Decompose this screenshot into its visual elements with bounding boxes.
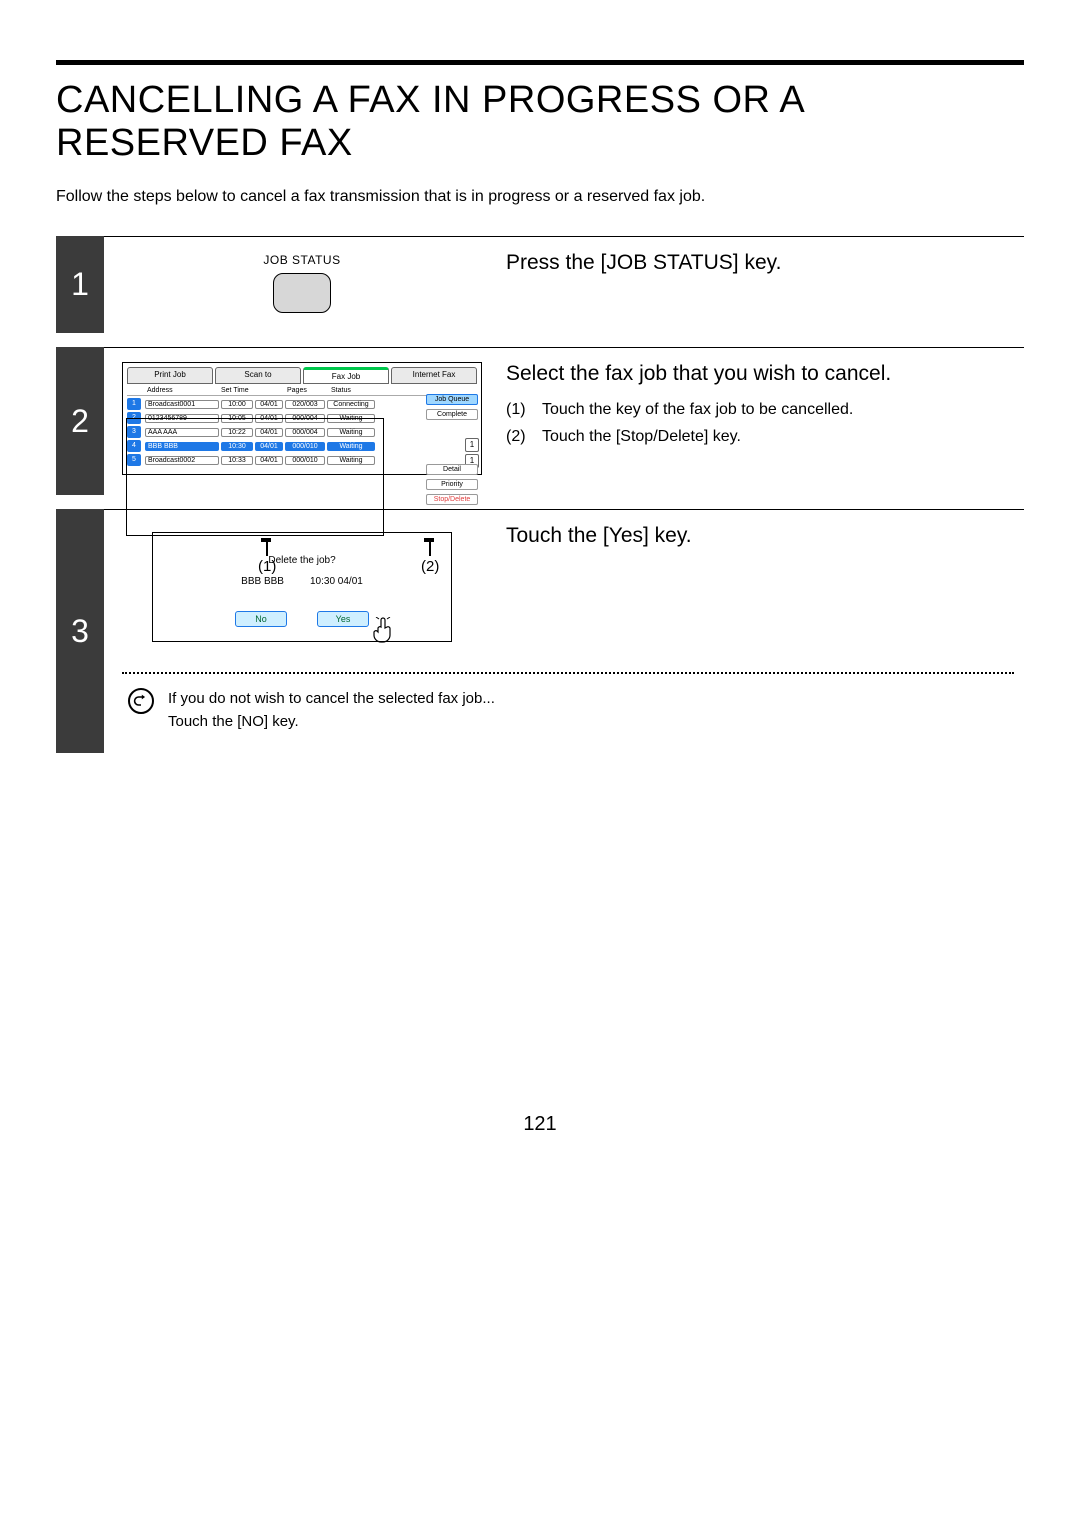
note-line-1: If you do not wish to cancel the selecte… [168, 688, 495, 711]
substep-text: Touch the key of the fax job to be cance… [542, 396, 853, 423]
note-line-2: Touch the [NO] key. [168, 711, 495, 734]
substep-text: Touch the [Stop/Delete] key. [542, 423, 741, 450]
col-address: Address [147, 387, 221, 394]
step-heading: Select the fax job that you wish to canc… [506, 362, 1014, 386]
dialog-job-name: BBB BBB [241, 576, 284, 587]
table-row[interactable]: 1 Broadcast000110:0004/01020/003Connectin… [127, 398, 477, 410]
confirm-dialog: Delete the job? BBB BBB 10:30 04/01 No Y… [152, 532, 452, 642]
step-1: 1 JOB STATUS Press the [JOB STATUS] key. [56, 236, 1024, 333]
col-status: Status [331, 387, 381, 394]
row-index: 1 [127, 398, 141, 410]
row-date: 04/01 [255, 414, 283, 423]
table-row[interactable]: 3 AAA AAA10:2204/01000/004Waiting [127, 426, 477, 438]
undo-icon [128, 688, 154, 714]
row-status: Waiting [327, 456, 375, 465]
priority-button[interactable]: Priority [426, 479, 478, 490]
job-status-key-icon [273, 273, 331, 313]
job-queue-button[interactable]: Job Queue [426, 394, 478, 405]
row-pages: 000/010 [285, 456, 325, 465]
step-number: 3 [56, 509, 104, 753]
row-pages: 020/003 [285, 400, 325, 409]
row-date: 04/01 [255, 400, 283, 409]
row-index: 5 [127, 454, 141, 466]
row-time: 10:05 [221, 414, 253, 423]
row-address: Broadcast0002 [145, 456, 219, 465]
step-2: 2 Print Job Scan to Fax Job Internet Fax… [56, 347, 1024, 495]
row-status: Waiting [327, 428, 375, 437]
step-heading: Press the [JOB STATUS] key. [506, 251, 1014, 275]
dotted-separator [122, 672, 1014, 674]
row-status: Waiting [327, 414, 375, 423]
row-time: 10:00 [221, 400, 253, 409]
row-address: 0123456789 [145, 414, 219, 423]
row-status: Connecting [327, 400, 375, 409]
row-index: 4 [127, 440, 141, 452]
no-button[interactable]: No [235, 611, 287, 627]
row-pages: 000/010 [285, 442, 325, 451]
job-status-screen: Print Job Scan to Fax Job Internet Fax A… [122, 362, 482, 475]
substep-number: (1) [506, 396, 532, 423]
step-number: 1 [56, 236, 104, 333]
row-time: 10:33 [221, 456, 253, 465]
dialog-question: Delete the job? [167, 555, 437, 566]
row-time: 10:22 [221, 428, 253, 437]
table-row[interactable]: 4 BBB BBB10:3004/01000/010Waiting [127, 440, 477, 452]
tab-scan-to[interactable]: Scan to [215, 367, 301, 384]
row-pages: 000/004 [285, 428, 325, 437]
complete-button[interactable]: Complete [426, 409, 478, 420]
step-number: 2 [56, 347, 104, 495]
tab-print-job[interactable]: Print Job [127, 367, 213, 384]
row-address: AAA AAA [145, 428, 219, 437]
dialog-job-time: 10:30 04/01 [310, 576, 363, 587]
table-headers: Address Set Time Pages Status [127, 386, 477, 396]
row-time: 10:30 [221, 442, 253, 451]
substep-number: (2) [506, 423, 532, 450]
col-set-time: Set Time [221, 387, 257, 394]
stop-delete-button[interactable]: Stop/Delete [426, 494, 478, 505]
page-number: 121 [56, 1113, 1024, 1136]
step-3: 3 Delete the job? BBB BBB 10:30 04/01 No… [56, 509, 1024, 753]
touch-hand-icon [371, 617, 395, 645]
tab-internet-fax[interactable]: Internet Fax [391, 367, 477, 384]
yes-button[interactable]: Yes [317, 611, 369, 627]
row-index: 3 [127, 426, 141, 438]
step-heading: Touch the [Yes] key. [506, 524, 1014, 548]
table-row[interactable]: 5 Broadcast000210:3304/01000/010Waiting [127, 454, 477, 466]
job-status-key-figure: JOB STATUS [122, 253, 482, 313]
row-date: 04/01 [255, 456, 283, 465]
row-date: 04/01 [255, 442, 283, 451]
section-rule [56, 60, 1024, 65]
row-date: 04/01 [255, 428, 283, 437]
intro-text: Follow the steps below to cancel a fax t… [56, 188, 1024, 206]
key-caption: JOB STATUS [122, 253, 482, 267]
row-address: BBB BBB [145, 442, 219, 451]
detail-button[interactable]: Detail [426, 464, 478, 475]
tab-fax-job[interactable]: Fax Job [303, 367, 389, 384]
row-index: 2 [127, 412, 141, 424]
page-title: CANCELLING A FAX IN PROGRESS OR A RESERV… [56, 79, 1024, 164]
row-pages: 000/004 [285, 414, 325, 423]
col-pages: Pages [287, 387, 331, 394]
row-address: Broadcast0001 [145, 400, 219, 409]
table-row[interactable]: 2 012345678910:0504/01000/004Waiting [127, 412, 477, 424]
row-status: Waiting [327, 442, 375, 451]
